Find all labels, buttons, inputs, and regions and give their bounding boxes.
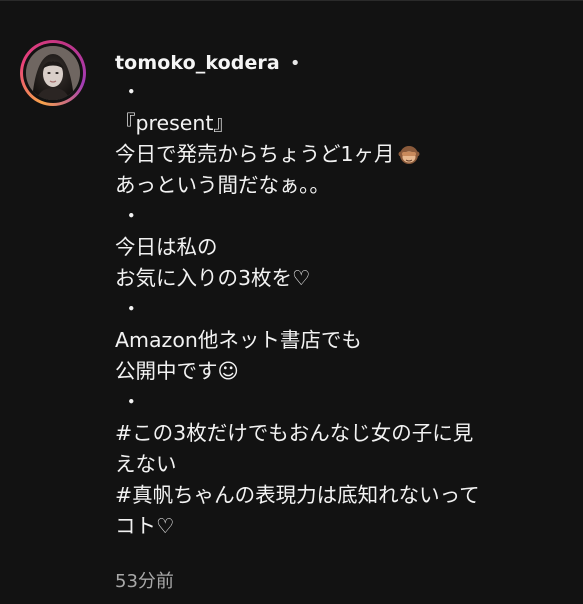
caption-line: 『present』 bbox=[115, 108, 565, 139]
caption-line-text: ・ bbox=[121, 390, 142, 414]
caption-line-text: お気に入りの3枚を♡ bbox=[115, 266, 311, 290]
caption-line-text: ・ bbox=[121, 204, 142, 228]
comment-card: tomoko_kodera • ・『present』 今日で発売からちょうど1ヶ月… bbox=[0, 0, 583, 604]
hashtag-line[interactable]: #真帆ちゃんの表現力は底知れないって bbox=[115, 480, 565, 511]
avatar-image bbox=[26, 46, 80, 100]
hashtag-line[interactable]: コト♡ bbox=[115, 511, 565, 542]
timestamp[interactable]: 53分前 bbox=[115, 567, 174, 593]
caption-dot-line: ・ bbox=[115, 201, 565, 232]
caption-line: あっという間だなぁ。。 bbox=[115, 170, 565, 201]
caption-line-text: 『present』 bbox=[115, 111, 234, 135]
caption-line: 今日は私の bbox=[115, 232, 565, 263]
caption-line: お気に入りの3枚を♡ bbox=[115, 263, 565, 294]
caption-line-text: 今日は私の bbox=[115, 235, 218, 259]
caption-dot-line: ・ bbox=[115, 77, 565, 108]
see-no-evil-monkey-icon bbox=[398, 144, 420, 166]
caption-line: Amazon他ネット書店でも bbox=[115, 325, 565, 356]
hashtag-line[interactable]: えない bbox=[115, 449, 565, 480]
caption-line-text: コト♡ bbox=[115, 514, 175, 538]
caption-line-text: #真帆ちゃんの表現力は底知れないって bbox=[115, 483, 480, 507]
username-link[interactable]: tomoko_kodera bbox=[115, 52, 280, 74]
caption-line-text: 公開中です☺ bbox=[115, 359, 239, 383]
caption-line-text: #この3枚だけでもおんなじ女の子に見 bbox=[115, 421, 474, 445]
caption-line-text: 今日で発売からちょうど1ヶ月 bbox=[115, 142, 395, 166]
caption-line-text: えない bbox=[115, 452, 177, 476]
caption-dot-line: ・ bbox=[115, 387, 565, 418]
caption-dot-line: ・ bbox=[115, 294, 565, 325]
caption-line: 公開中です☺ bbox=[115, 356, 565, 387]
caption-line-text: あっという間だなぁ。。 bbox=[115, 173, 330, 197]
hashtag-line[interactable]: #この3枚だけでもおんなじ女の子に見 bbox=[115, 418, 565, 449]
comment-header: tomoko_kodera • bbox=[115, 49, 565, 77]
avatar[interactable] bbox=[26, 46, 80, 100]
caption: ・『present』 今日で発売からちょうど1ヶ月 あっという間だなぁ。。・今日は私… bbox=[115, 77, 565, 542]
caption-line-text: Amazon他ネット書店でも bbox=[115, 328, 362, 352]
caption-line: 今日で発売からちょうど1ヶ月 bbox=[115, 139, 565, 170]
caption-line-text: ・ bbox=[121, 297, 142, 321]
header-separator: • bbox=[289, 52, 301, 74]
caption-line-text: ・ bbox=[121, 80, 142, 104]
avatar-story-ring[interactable] bbox=[20, 40, 86, 106]
comment-content: tomoko_kodera • ・『present』 今日で発売からちょうど1ヶ月… bbox=[115, 49, 565, 542]
